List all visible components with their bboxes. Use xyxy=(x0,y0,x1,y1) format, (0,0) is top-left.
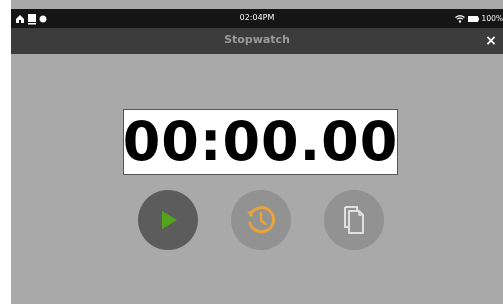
battery-icon xyxy=(467,15,479,22)
reset-icon xyxy=(244,203,278,237)
battery-percent: 100% xyxy=(481,14,503,23)
wifi-icon xyxy=(454,14,465,23)
device-frame: 02:04PM 100% Stopwatch × 00:00.00 xyxy=(0,0,503,304)
status-time: 02:04PM xyxy=(239,13,275,22)
play-icon xyxy=(156,208,180,232)
status-right-icons: 100% xyxy=(454,12,503,25)
window-title: Stopwatch xyxy=(224,33,290,46)
title-bar: Stopwatch × xyxy=(11,28,503,54)
close-button[interactable]: × xyxy=(483,32,499,50)
status-bar: 02:04PM 100% xyxy=(11,9,503,28)
timer-display: 00:00.00 xyxy=(123,109,398,175)
reset-button[interactable] xyxy=(231,190,291,250)
app-screen: 02:04PM 100% Stopwatch × 00:00.00 xyxy=(11,9,503,304)
close-icon: × xyxy=(485,33,497,49)
copy-icon xyxy=(340,205,368,235)
copy-button[interactable] xyxy=(324,190,384,250)
left-edge xyxy=(0,0,11,304)
timer-value: 00:00.00 xyxy=(122,110,399,173)
start-button[interactable] xyxy=(138,190,198,250)
